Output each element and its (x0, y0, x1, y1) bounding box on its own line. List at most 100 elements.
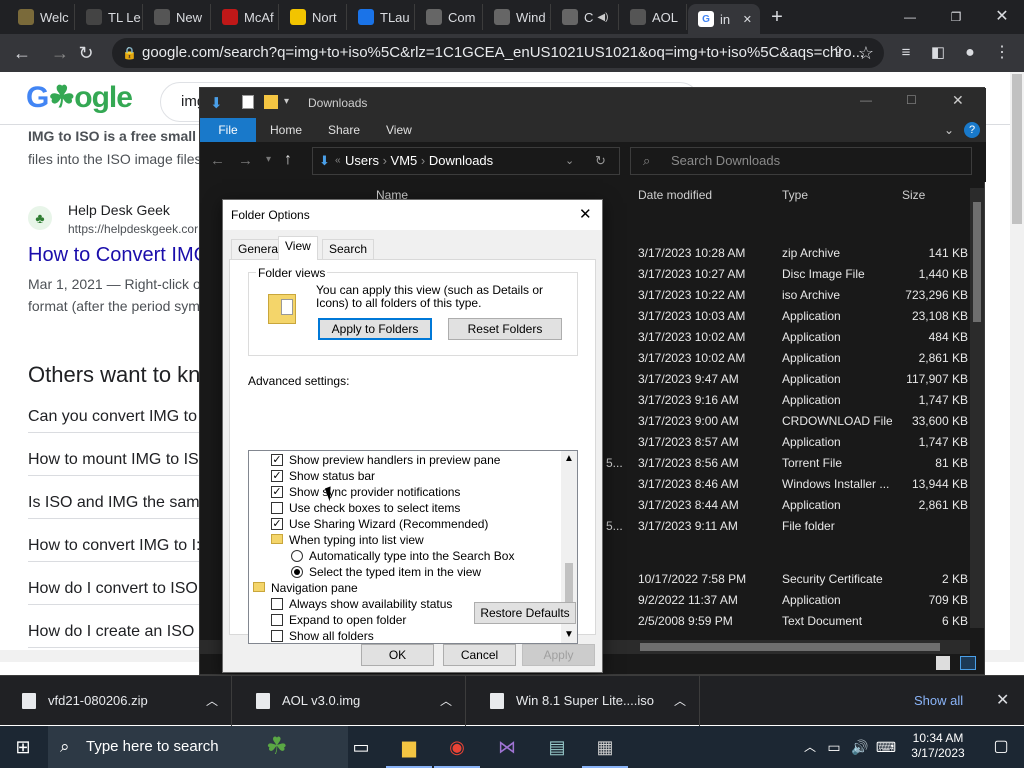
browser-tab[interactable]: McAf (212, 4, 279, 30)
audio-playing-icon[interactable]: ◀) (597, 12, 608, 23)
address-bar[interactable]: 🔒 google.com/search?q=img+to+iso%5C&rlz=… (112, 38, 884, 68)
google-logo[interactable]: G☘ogle (26, 80, 133, 115)
restore-defaults-button[interactable]: Restore Defaults (474, 602, 576, 624)
checked-checkbox-icon[interactable]: ✓ (271, 518, 283, 530)
minimize-browser-button[interactable]: — (896, 4, 924, 30)
tab-view[interactable]: View (278, 236, 318, 260)
clock[interactable]: 10:34 AM 3/17/2023 (906, 731, 970, 761)
dialog-close-icon[interactable]: ✕ (579, 200, 592, 230)
browser-tab[interactable]: Gin ✕ (688, 4, 760, 34)
scroll-up-icon[interactable]: ▲ (561, 451, 577, 467)
explorer-vscrollbar[interactable] (970, 188, 984, 628)
browser-tab[interactable]: New (144, 4, 211, 30)
ok-button[interactable]: OK (361, 644, 434, 666)
download-options-chevron-icon[interactable]: ︿ (206, 676, 218, 726)
restore-browser-button[interactable]: ❐ (942, 4, 970, 30)
setting-check[interactable]: Use check boxes to select items (249, 500, 561, 516)
paa-question[interactable]: How to mount IMG to IS (28, 451, 199, 469)
checkbox-icon[interactable] (271, 598, 283, 610)
setting-radio[interactable]: Select the typed item in the view (249, 564, 561, 580)
paa-question[interactable]: Is ISO and IMG the sam (28, 494, 200, 512)
show-hidden-icons[interactable]: ︿ (800, 726, 820, 768)
apply-to-folders-button[interactable]: Apply to Folders (318, 318, 432, 340)
vertical-scrollbar[interactable] (1010, 72, 1024, 650)
task-view-icon[interactable]: ▭ (338, 726, 384, 768)
checkbox-icon[interactable] (271, 630, 283, 642)
taskbar-search-box[interactable]: ⌕ Type here to search ☘ (48, 726, 348, 768)
result-title-link[interactable]: How to Convert IMG (28, 244, 209, 267)
apply-button[interactable]: Apply (522, 644, 595, 666)
setting-check[interactable]: ✓ Show status bar (249, 468, 561, 484)
checked-checkbox-icon[interactable]: ✓ (271, 470, 283, 482)
back-arrow-icon[interactable]: ← (6, 34, 38, 72)
large-icons-view-icon[interactable] (960, 656, 976, 670)
tab-label: AOL (652, 9, 679, 25)
result-url[interactable]: https://helpdeskgeek.cor (68, 222, 198, 236)
browser-tab[interactable]: TL Le (76, 4, 143, 30)
checkbox-icon[interactable] (271, 614, 283, 626)
volume-icon[interactable]: 🔊 (848, 726, 872, 768)
setting-folder[interactable]: Navigation pane (249, 580, 561, 596)
side-panel-icon[interactable]: ◧ (922, 34, 954, 72)
scroll-down-icon[interactable]: ▼ (561, 627, 577, 643)
setting-folder[interactable]: When typing into list view (249, 532, 561, 548)
lock-icon: 🔒 (122, 46, 137, 60)
browser-tab[interactable]: Nort (280, 4, 347, 30)
checked-checkbox-icon[interactable]: ✓ (271, 454, 283, 466)
chrome-taskbar-icon[interactable]: ◉ (434, 726, 480, 768)
browser-tab[interactable]: TLau (348, 4, 415, 30)
cancel-button[interactable]: Cancel (443, 644, 516, 666)
file-date: 3/17/2023 10:03 AM (638, 309, 746, 323)
file-type: Security Certificate (782, 572, 883, 586)
download-options-chevron-icon[interactable]: ︿ (674, 676, 686, 726)
show-all-link[interactable]: Show all (914, 676, 963, 726)
tab-search[interactable]: Search (322, 239, 375, 259)
paa-question[interactable]: How to convert IMG to I: (28, 537, 201, 555)
checkbox-icon[interactable] (271, 502, 283, 514)
browser-tab[interactable]: AOL (620, 4, 687, 30)
details-view-icon[interactable] (936, 656, 950, 670)
setting-check[interactable]: ✓ Show preview handlers in preview pane (249, 452, 561, 468)
browser-tab[interactable]: Com (416, 4, 483, 30)
windows-start-icon[interactable]: ⊞ (0, 726, 46, 768)
reload-icon[interactable]: ↻ (70, 34, 102, 72)
download-item[interactable]: vfd21-080206.zip ︿ (0, 676, 232, 726)
menu-kebab-icon[interactable]: ⋮ (986, 34, 1018, 72)
browser-tab[interactable]: Welc (8, 4, 75, 30)
dialog-titlebar[interactable]: Folder Options ✕ (223, 200, 602, 230)
selected-radio-icon[interactable] (291, 566, 303, 578)
close-tab-icon[interactable]: ✕ (743, 13, 752, 26)
setting-radio[interactable]: Automatically type into the Search Box (249, 548, 561, 564)
audio-playing-icon[interactable]: ◀) (550, 12, 551, 23)
paa-question[interactable]: Can you convert IMG to (28, 408, 197, 426)
profile-icon[interactable]: ● (954, 34, 986, 72)
setting-check[interactable]: Show all folders (249, 628, 561, 643)
question-divider (28, 647, 200, 648)
browser-tab[interactable]: Wind ◀) (484, 4, 551, 30)
file-type: Disc Image File (782, 267, 865, 281)
shield-icon (222, 9, 238, 25)
close-browser-button[interactable]: ✕ (988, 4, 1016, 30)
system-app-icon[interactable]: ▤ (534, 726, 580, 768)
file-explorer-taskbar-icon[interactable]: ▆ (386, 726, 432, 768)
checked-checkbox-icon[interactable]: ✓ (271, 486, 283, 498)
settings-app-icon[interactable]: ▦ (582, 726, 628, 768)
paa-question[interactable]: How do I create an ISO (28, 623, 194, 641)
close-shelf-icon[interactable]: ✕ (996, 676, 1009, 726)
setting-check[interactable]: ✓ Use Sharing Wizard (Recommended) (249, 516, 561, 532)
browser-tab[interactable]: C ◀) (552, 4, 619, 30)
reset-folders-button[interactable]: Reset Folders (448, 318, 562, 340)
download-item[interactable]: AOL v3.0.img ︿ (234, 676, 466, 726)
paa-question[interactable]: How do I convert to ISO (28, 580, 198, 598)
download-item[interactable]: Win 8.1 Super Lite....iso ︿ (468, 676, 700, 726)
network-icon[interactable]: ▭ (822, 726, 846, 768)
setting-check[interactable]: ✓ Show sync provider notifications (249, 484, 561, 500)
radio-icon[interactable] (291, 550, 303, 562)
keyboard-icon[interactable]: ⌨ (874, 726, 898, 768)
download-options-chevron-icon[interactable]: ︿ (440, 676, 452, 726)
media-control-icon[interactable]: ≡ (890, 34, 922, 72)
new-tab-button[interactable]: + (762, 4, 792, 30)
bookmark-star-icon[interactable]: ☆ (850, 34, 882, 72)
notifications-icon[interactable]: ▢ (978, 726, 1024, 768)
visual-studio-icon[interactable]: ⋈ (484, 726, 530, 768)
